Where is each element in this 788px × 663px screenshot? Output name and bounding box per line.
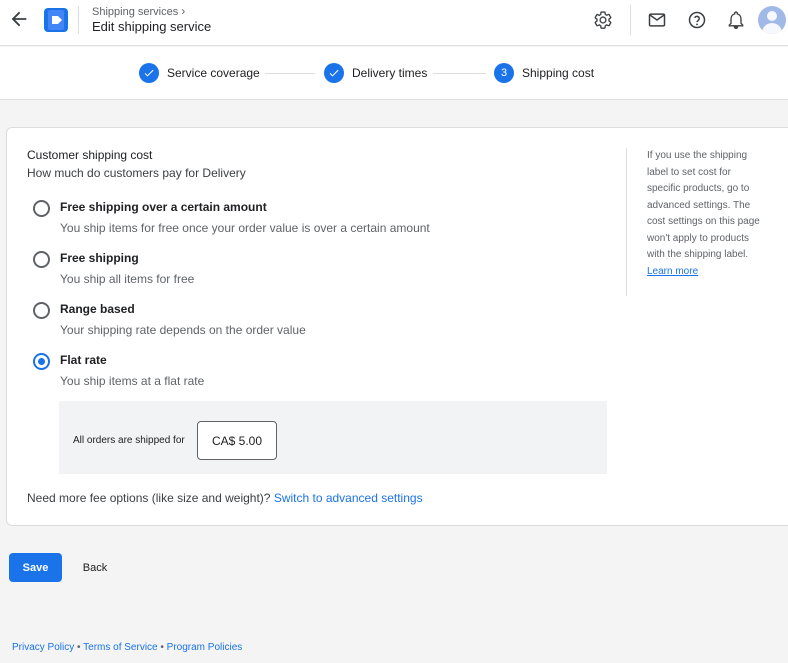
mail-icon[interactable]: [647, 10, 667, 30]
radio-button[interactable]: [33, 302, 50, 319]
back-button[interactable]: Back: [73, 553, 117, 582]
flat-rate-panel: All orders are shipped for CA$ 5.00: [59, 401, 607, 474]
save-button[interactable]: Save: [9, 553, 62, 582]
page-title: Edit shipping service: [92, 19, 212, 34]
bell-icon[interactable]: [726, 10, 746, 30]
shipping-cost-card: Customer shipping cost How much do custo…: [6, 127, 788, 526]
flat-rate-label: All orders are shipped for: [73, 435, 185, 446]
step-connector: [265, 73, 315, 74]
more-fee-text: Need more fee options (like size and wei…: [27, 491, 271, 505]
step-shipping-cost[interactable]: 3 Shipping cost: [494, 63, 594, 83]
footer-separator: •: [157, 642, 167, 653]
terms-of-service-link[interactable]: Terms of Service: [83, 642, 157, 653]
avatar[interactable]: [758, 6, 786, 34]
check-icon: [324, 63, 344, 83]
option-label: Flat rate: [60, 353, 107, 367]
option-description: You ship all items for free: [60, 272, 195, 286]
side-note: If you use the shipping label to set cos…: [626, 148, 760, 296]
step-label: Shipping cost: [522, 66, 595, 80]
app-logo-icon: [44, 8, 68, 32]
step-label: Delivery times: [352, 66, 428, 80]
step-number: 3: [494, 63, 514, 83]
program-policies-link[interactable]: Program Policies: [167, 642, 243, 653]
avatar-body: [762, 23, 782, 34]
learn-more-link[interactable]: Learn more: [647, 264, 756, 281]
radio-button[interactable]: [33, 200, 50, 217]
step-service-coverage[interactable]: Service coverage: [139, 63, 260, 83]
header-divider: [78, 6, 79, 34]
progress-stepper: Service coverage Delivery times 3 Shippi…: [0, 47, 788, 100]
advanced-settings-link[interactable]: Switch to advanced settings: [274, 491, 423, 505]
more-fee-options: Need more fee options (like size and wei…: [27, 491, 423, 505]
option-label: Free shipping over a certain amount: [60, 200, 267, 214]
option-label: Free shipping: [60, 251, 139, 265]
breadcrumb-label[interactable]: Shipping services: [92, 6, 178, 18]
footer: Privacy Policy • Terms of Service • Prog…: [12, 642, 242, 653]
option-label: Range based: [60, 302, 135, 316]
flat-rate-input[interactable]: CA$ 5.00: [197, 421, 277, 460]
header-separator: [630, 5, 631, 35]
section-subtitle: How much do customers pay for Delivery: [27, 166, 246, 180]
step-delivery-times[interactable]: Delivery times: [324, 63, 427, 83]
option-description: You ship items at a flat rate: [60, 374, 205, 388]
radio-button-selected[interactable]: [33, 353, 50, 370]
chevron-right-icon: ›: [181, 4, 186, 18]
side-note-text: If you use the shipping label to set cos…: [647, 150, 760, 260]
avatar-head: [767, 11, 777, 21]
option-description: You ship items for free once your order …: [60, 221, 430, 235]
footer-separator: •: [74, 642, 84, 653]
top-app-bar: Shipping services › Edit shipping service: [0, 0, 788, 46]
arrow-back-icon[interactable]: [8, 8, 30, 30]
privacy-policy-link[interactable]: Privacy Policy: [12, 642, 74, 653]
check-icon: [139, 63, 159, 83]
help-icon[interactable]: [687, 10, 707, 30]
section-title: Customer shipping cost: [27, 148, 153, 162]
breadcrumb[interactable]: Shipping services ›: [92, 4, 185, 18]
option-description: Your shipping rate depends on the order …: [60, 323, 306, 337]
step-label: Service coverage: [167, 66, 260, 80]
gear-icon[interactable]: [593, 10, 613, 30]
step-connector: [433, 73, 486, 74]
radio-button[interactable]: [33, 251, 50, 268]
